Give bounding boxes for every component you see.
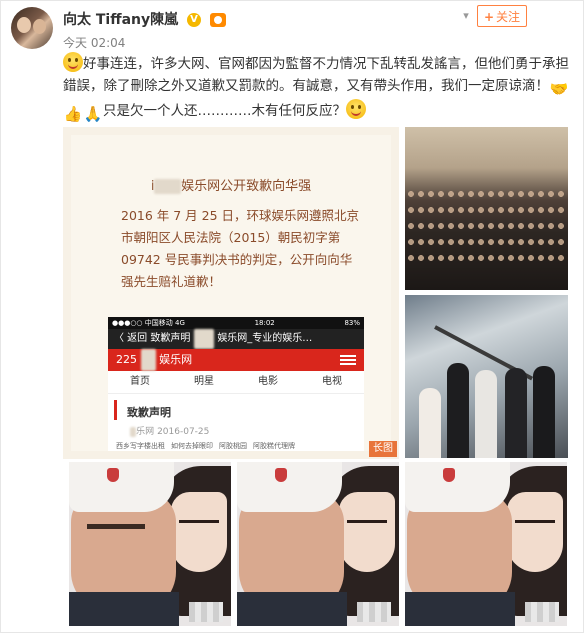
- site-brand-bar: 225 XX 娱乐网: [108, 349, 364, 371]
- plus-icon: +: [483, 10, 495, 24]
- cap: [237, 462, 342, 512]
- cap-logo: [107, 468, 119, 482]
- author-name-row: 向太 Tiffany陳嵐 V: [63, 9, 226, 29]
- chevron-down-icon[interactable]: ▾: [457, 7, 475, 25]
- thinking-emoticon: [346, 99, 366, 119]
- crowd-row: [405, 189, 568, 199]
- eyes: [347, 520, 387, 527]
- face: [339, 492, 395, 572]
- post-time[interactable]: 今天 02:04: [63, 34, 125, 51]
- footer-link: 阿胶桃园: [219, 442, 247, 450]
- phone-status-bar: ●●●○○ 中国移动 4G 18:02 83%: [108, 317, 364, 329]
- site-tab: 电影: [258, 376, 278, 387]
- bow-emoticon: 🙏: [83, 105, 103, 123]
- verified-v-icon: V: [186, 13, 201, 27]
- author-avatar[interactable]: [11, 7, 53, 49]
- member-badge-icon[interactable]: [209, 13, 226, 27]
- blurred-site: XXX: [193, 329, 215, 349]
- brand-name: 娱乐网: [159, 353, 193, 366]
- footer-link: 西乡写字楼出租: [116, 442, 165, 450]
- footer-link: 如何去掉眼印: [171, 442, 213, 450]
- stage-figure: [533, 366, 555, 458]
- author-name[interactable]: 向太 Tiffany陳嵐: [63, 12, 178, 28]
- follow-button[interactable]: + 关注: [477, 5, 527, 27]
- mosaic-blur: [357, 602, 391, 622]
- article-meta: X乐网 2016-07-25: [108, 420, 364, 437]
- nav-title-2: 娱乐网_专业的娱乐…: [217, 333, 313, 344]
- blurred-source: X: [130, 427, 137, 437]
- eyes: [515, 520, 555, 527]
- site-tab: 电视: [322, 376, 342, 387]
- document-body: 2016 年 7 月 25 日，环球娱乐网遵照北京市朝阳区人民法院（2015）朝…: [121, 208, 360, 289]
- eyes: [87, 524, 145, 535]
- article-heading: 致歉声明: [114, 400, 364, 420]
- mosaic-blur: [525, 602, 559, 622]
- shirt: [405, 592, 515, 626]
- post-text-part2: 只是欠一个人还…………木有任何反应？: [103, 103, 346, 119]
- selfie-photo-2[interactable]: [237, 462, 399, 626]
- mosaic-blur: [189, 602, 223, 622]
- weibo-post-card: 向太 Tiffany陳嵐 V ▾ + 关注 今天 02:04 好事连连，许多大网、…: [0, 0, 584, 633]
- crowd-row: [405, 221, 568, 231]
- apology-long-image[interactable]: iXXX娱乐网公开致歉向华强 2016 年 7 月 25 日，环球娱乐网遵照北京…: [63, 127, 399, 459]
- stage-figure: [447, 363, 469, 458]
- footer-link: 阿胶糕代理牌: [253, 442, 295, 450]
- site-tab: 明星: [194, 376, 214, 387]
- site-tabs: 首页 明星 电影 电视: [108, 371, 364, 394]
- blurred-brand: XX: [140, 349, 156, 371]
- status-carrier: ●●●○○ 中国移动 4G: [112, 319, 185, 327]
- smile-emoticon: [63, 52, 83, 72]
- blurred-name: XXX: [154, 179, 182, 194]
- selfie-photo-3[interactable]: [405, 462, 567, 626]
- apology-document: iXXX娱乐网公开致歉向华强 2016 年 7 月 25 日，环球娱乐网遵照北京…: [71, 135, 391, 451]
- status-time: 18:02: [254, 319, 275, 327]
- shirt: [237, 592, 347, 626]
- brand-prefix: 225: [116, 353, 137, 366]
- crowd-row: [405, 205, 568, 215]
- cap: [69, 462, 174, 512]
- eyes: [179, 520, 219, 527]
- stage-figure: [419, 388, 441, 458]
- cap-logo: [275, 468, 287, 482]
- article-date: 2016-07-25: [157, 427, 210, 437]
- document-title-text: 娱乐网公开致歉向华强: [181, 179, 312, 194]
- crowd-row: [405, 253, 568, 263]
- phone-screenshot: ●●●○○ 中国移动 4G 18:02 83% 〈 返回 致歉声明 XXX 娱乐…: [108, 317, 364, 451]
- face: [507, 492, 563, 572]
- crowd-photo[interactable]: [405, 127, 568, 290]
- stage-figure: [475, 370, 497, 458]
- cap-logo: [443, 468, 455, 482]
- post-text: 好事连连，许多大网、官网都因为監督不力情况下乱转乱发謠言，但他们勇于承担錯誤，除…: [63, 52, 578, 124]
- article-source: 乐网: [136, 427, 155, 437]
- site-tab: 首页: [130, 376, 150, 387]
- selfie-photo-1[interactable]: [69, 462, 231, 626]
- nav-title: 致歉声明: [150, 333, 191, 344]
- status-battery: 83%: [344, 319, 360, 327]
- handshake-emoticon: 🤝: [549, 80, 569, 98]
- document-title: iXXX娱乐网公开致歉向华强: [71, 175, 391, 194]
- stage-photo[interactable]: [405, 295, 568, 458]
- back-link: 〈 返回: [114, 333, 148, 344]
- face: [171, 492, 227, 572]
- long-image-badge: 长图: [369, 441, 397, 457]
- footer-links: 西乡写字楼出租 如何去掉眼印 阿胶桃园 阿胶糕代理牌: [108, 437, 364, 451]
- follow-label: 关注: [496, 10, 521, 24]
- stage-figure: [505, 368, 527, 458]
- thumbs-up-emoticon: 👍: [63, 105, 83, 123]
- menu-icon: [340, 355, 356, 365]
- phone-nav-bar: 〈 返回 致歉声明 XXX 娱乐网_专业的娱乐…: [108, 329, 364, 349]
- crowd-row: [405, 237, 568, 247]
- post-text-part1: 好事连连，许多大网、官网都因为監督不力情况下乱转乱发謠言，但他们勇于承担錯誤，除…: [63, 56, 569, 94]
- cap: [405, 462, 510, 512]
- shirt: [69, 592, 179, 626]
